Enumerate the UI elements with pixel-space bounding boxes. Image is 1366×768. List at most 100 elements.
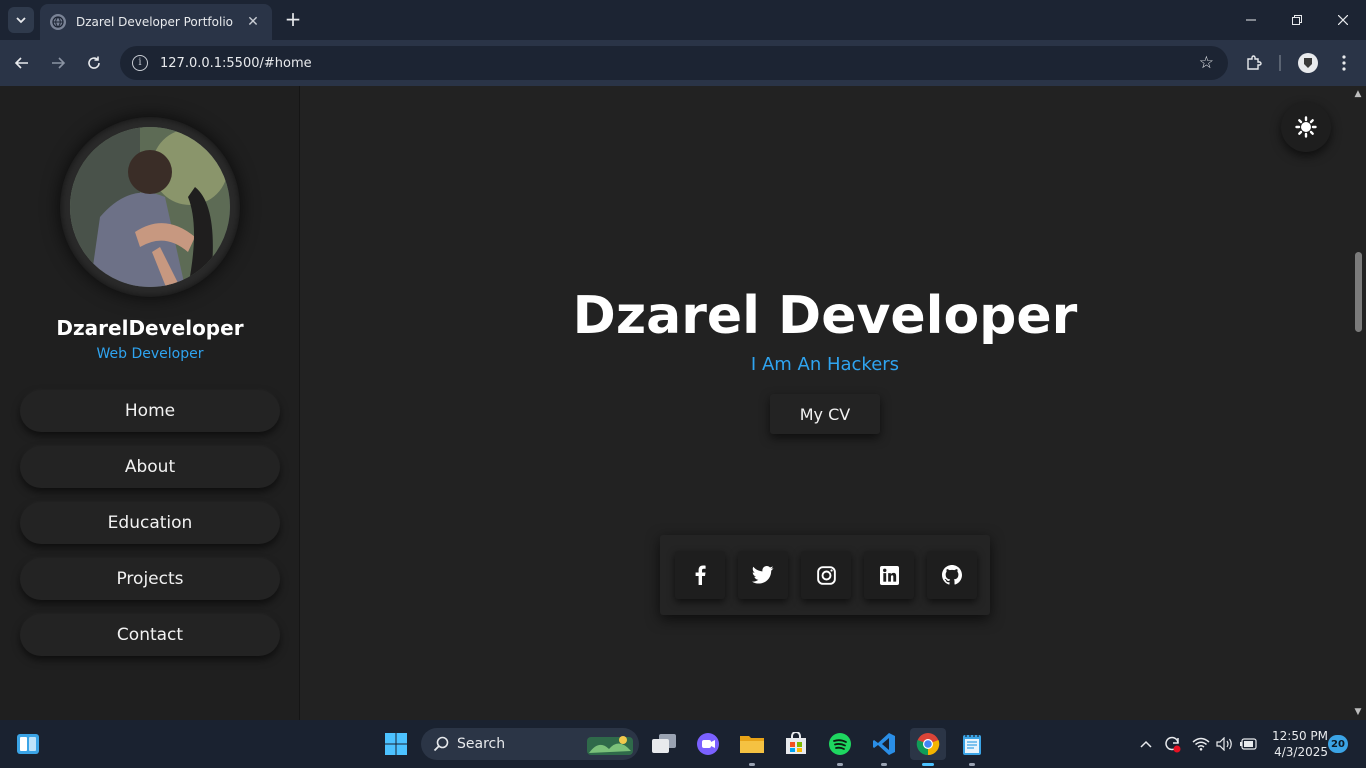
tab-search-button[interactable] bbox=[8, 7, 34, 33]
notepad-icon bbox=[963, 733, 981, 755]
browser-tab-bar: Dzarel Developer Portfolio ✕ + bbox=[0, 0, 1366, 40]
battery-icon bbox=[1240, 738, 1257, 750]
sidebar: DzarelDeveloper Web Developer Home About… bbox=[0, 86, 300, 720]
wifi-button[interactable] bbox=[1192, 720, 1210, 768]
extensions-button[interactable] bbox=[1240, 49, 1268, 77]
sync-status-button[interactable] bbox=[1163, 720, 1185, 768]
nav-home[interactable]: Home bbox=[20, 390, 280, 432]
search-placeholder: Search bbox=[457, 736, 506, 752]
linkedin-link[interactable] bbox=[864, 551, 914, 599]
page-scrollbar[interactable]: ▲ ▼ bbox=[1350, 86, 1366, 720]
spotify-button[interactable] bbox=[824, 728, 856, 766]
notification-count-badge[interactable]: 20 bbox=[1328, 735, 1348, 753]
vscode-button[interactable] bbox=[868, 728, 900, 766]
scroll-up-icon[interactable]: ▲ bbox=[1353, 89, 1363, 99]
avatar bbox=[70, 127, 230, 287]
profile-avatar[interactable] bbox=[1294, 49, 1322, 77]
facebook-link[interactable] bbox=[675, 551, 725, 599]
battery-button[interactable] bbox=[1240, 720, 1260, 768]
minimize-icon bbox=[1246, 19, 1256, 21]
running-indicator bbox=[749, 763, 755, 766]
folder-icon bbox=[740, 736, 764, 753]
taskbar-search[interactable]: Search bbox=[421, 728, 639, 760]
puzzle-icon bbox=[1247, 55, 1262, 70]
nav-about[interactable]: About bbox=[20, 446, 280, 488]
toolbar-divider bbox=[1279, 55, 1281, 71]
volume-button[interactable] bbox=[1216, 720, 1234, 768]
profile-icon bbox=[1298, 53, 1318, 73]
widgets-icon bbox=[17, 734, 39, 754]
back-button[interactable] bbox=[8, 49, 36, 77]
instagram-link[interactable] bbox=[801, 551, 851, 599]
teams-chat-button[interactable] bbox=[692, 728, 724, 760]
close-icon[interactable]: ✕ bbox=[244, 14, 262, 30]
url-text: 127.0.0.1:5500/#home bbox=[160, 55, 312, 71]
close-window-button[interactable] bbox=[1320, 0, 1366, 40]
browser-menu-button[interactable] bbox=[1330, 49, 1358, 77]
hero-subtitle: I Am An Hackers bbox=[750, 354, 900, 375]
system-clock[interactable]: 12:50 PM 4/3/2025 bbox=[1268, 728, 1328, 760]
tab-title: Dzarel Developer Portfolio bbox=[76, 15, 233, 29]
notepad-button[interactable] bbox=[956, 728, 988, 766]
sync-icon bbox=[1165, 736, 1181, 753]
scroll-thumb[interactable] bbox=[1355, 252, 1362, 332]
hero-title: Dzarel Developer bbox=[572, 286, 1078, 346]
forward-button[interactable] bbox=[44, 49, 72, 77]
search-icon bbox=[433, 736, 449, 752]
browser-toolbar: i 127.0.0.1:5500/#home ☆ bbox=[0, 40, 1366, 86]
globe-icon bbox=[50, 14, 66, 30]
widgets-button[interactable] bbox=[12, 728, 44, 760]
arrow-right-icon bbox=[52, 57, 66, 69]
clock-time: 12:50 PM bbox=[1272, 729, 1328, 743]
bookmark-star-icon[interactable]: ☆ bbox=[1199, 53, 1214, 73]
wifi-icon bbox=[1192, 737, 1210, 751]
facebook-icon bbox=[695, 565, 706, 585]
arrow-left-icon bbox=[14, 57, 28, 69]
linkedin-icon bbox=[879, 565, 899, 585]
brand-name: DzarelDeveloper bbox=[56, 316, 244, 340]
brand-role: Web Developer bbox=[96, 346, 204, 362]
reload-icon bbox=[88, 56, 100, 69]
start-button[interactable] bbox=[380, 728, 412, 760]
running-indicator bbox=[837, 763, 843, 766]
clock-date: 4/3/2025 bbox=[1274, 745, 1328, 759]
show-hidden-icons-button[interactable] bbox=[1140, 720, 1158, 768]
nav-contact[interactable]: Contact bbox=[20, 614, 280, 656]
chevron-down-icon bbox=[16, 17, 26, 24]
file-explorer-button[interactable] bbox=[736, 728, 768, 766]
running-indicator bbox=[969, 763, 975, 766]
chevron-up-icon bbox=[1140, 740, 1152, 748]
search-highlight-illustration-icon bbox=[587, 736, 633, 755]
scroll-down-icon[interactable]: ▼ bbox=[1353, 707, 1363, 717]
store-icon bbox=[786, 732, 806, 754]
sun-icon bbox=[1295, 116, 1317, 138]
task-view-button[interactable] bbox=[648, 728, 680, 760]
site-info-icon[interactable]: i bbox=[132, 55, 148, 71]
page-viewport: DzarelDeveloper Web Developer Home About… bbox=[0, 86, 1366, 720]
new-tab-button[interactable]: + bbox=[282, 8, 304, 30]
theme-toggle-button[interactable] bbox=[1281, 102, 1331, 152]
instagram-icon bbox=[816, 565, 836, 585]
twitter-link[interactable] bbox=[738, 551, 788, 599]
chrome-button[interactable] bbox=[910, 728, 946, 766]
github-link[interactable] bbox=[927, 551, 977, 599]
chrome-icon bbox=[916, 733, 940, 756]
address-bar[interactable]: i 127.0.0.1:5500/#home ☆ bbox=[120, 46, 1228, 80]
task-view-icon bbox=[652, 734, 676, 753]
my-cv-button[interactable]: My CV bbox=[770, 394, 880, 434]
reload-button[interactable] bbox=[80, 49, 108, 77]
minimize-button[interactable] bbox=[1228, 0, 1274, 40]
github-icon bbox=[942, 565, 962, 585]
running-indicator bbox=[881, 763, 887, 766]
more-vertical-icon bbox=[1342, 55, 1346, 71]
restore-button[interactable] bbox=[1274, 0, 1320, 40]
close-icon bbox=[1338, 15, 1348, 25]
social-links bbox=[660, 535, 990, 615]
nav-projects[interactable]: Projects bbox=[20, 558, 280, 600]
browser-tab-active[interactable]: Dzarel Developer Portfolio ✕ bbox=[40, 4, 272, 40]
nav-education[interactable]: Education bbox=[20, 502, 280, 544]
speaker-icon bbox=[1216, 737, 1232, 751]
chat-icon bbox=[697, 733, 719, 755]
microsoft-store-button[interactable] bbox=[780, 728, 812, 760]
windows-taskbar: Search 12:50 PM 4/3/2025 20 bbox=[0, 720, 1366, 768]
